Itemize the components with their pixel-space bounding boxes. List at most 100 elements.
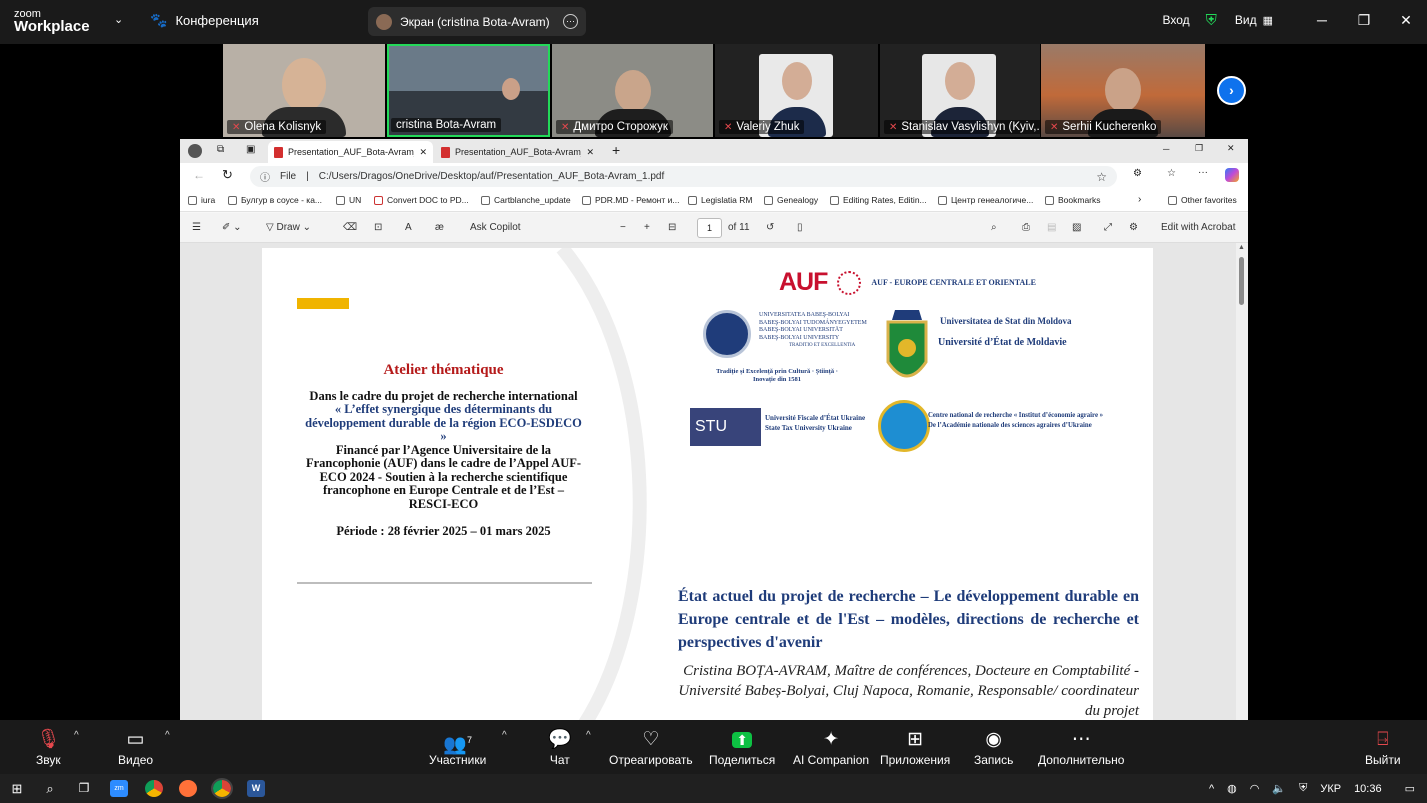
audio-options-caret[interactable]: ^ <box>74 730 79 741</box>
firefox-icon[interactable] <box>179 780 197 797</box>
page-number-input[interactable]: 1 <box>697 218 722 238</box>
participant-tile[interactable]: ✕ Дмитро Сторожук <box>552 44 713 137</box>
fit-page-icon[interactable]: ⊟ <box>668 222 676 233</box>
view-menu[interactable]: Вид <box>1235 13 1257 27</box>
bookmark-item[interactable]: iura <box>188 195 215 205</box>
pdf-scrollbar[interactable]: ▲ <box>1236 243 1248 720</box>
participant-tile[interactable]: ✕ Stanislav Vasylishyn (Kyiv,... <box>880 44 1040 137</box>
read-aloud-icon[interactable]: A <box>405 222 412 233</box>
new-tab-button[interactable]: + <box>612 142 620 158</box>
maximize-button[interactable]: ❐ <box>1343 12 1385 29</box>
browser-tab-2[interactable]: Presentation_AUF_Bota-Avram_2... ✕ <box>435 141 600 163</box>
leave-button[interactable]: ⍈ Выйти <box>1365 727 1401 767</box>
fullscreen-icon[interactable]: ⤢ <box>1104 222 1112 233</box>
search-icon[interactable]: ⌕ <box>991 222 997 233</box>
favorite-star-icon[interactable]: ☆ <box>1096 170 1107 184</box>
zoom-in-icon[interactable]: + <box>644 222 650 233</box>
bookmark-item[interactable]: Genealogy <box>764 195 818 205</box>
next-page-button[interactable]: › <box>1217 76 1246 105</box>
minimize-button[interactable]: ─ <box>1163 144 1169 154</box>
close-tab-icon[interactable]: ✕ <box>586 147 594 158</box>
more-button[interactable]: ⋯ Дополнительно <box>1038 727 1124 767</box>
video-button[interactable]: ▭ Видео <box>118 727 153 767</box>
chrome-icon[interactable] <box>145 780 163 797</box>
record-button[interactable]: ◉ Запись <box>974 727 1013 767</box>
chevron-right-icon[interactable]: › <box>1138 194 1141 205</box>
video-options-caret[interactable]: ^ <box>165 730 170 741</box>
bookmark-item[interactable]: Bookmarks <box>1045 195 1101 205</box>
bookmark-item[interactable]: PDR.MD - Ремонт и... <box>582 195 679 205</box>
copilot-icon[interactable] <box>1225 168 1239 182</box>
extensions-icon[interactable]: ⚙ <box>1133 168 1142 179</box>
chat-options-caret[interactable]: ^ <box>586 730 591 741</box>
ai-companion-button[interactable]: ✦ AI Companion <box>793 727 869 767</box>
shield-check-icon[interactable]: ⛨ <box>1206 12 1217 29</box>
zoom-app-icon[interactable]: zm <box>110 780 128 797</box>
print-icon[interactable]: ⎙ <box>1022 222 1030 233</box>
signin-link[interactable]: Вход <box>1162 13 1189 27</box>
react-button[interactable]: ♡ Отреагировать <box>609 727 693 767</box>
sidebar-icon[interactable]: ▣ <box>246 144 255 155</box>
close-button[interactable]: ✕ <box>1385 12 1427 29</box>
rotate-icon[interactable]: ↺ <box>766 222 774 233</box>
participants-options-caret[interactable]: ^ <box>502 730 507 741</box>
audio-button[interactable]: 🎙 Звук <box>36 727 61 767</box>
bookmark-item[interactable]: Булгур в соусе - ка... <box>228 195 322 205</box>
ask-copilot-button[interactable]: Ask Copilot <box>470 222 521 233</box>
share-button[interactable]: ⬆ Поделиться <box>709 727 775 767</box>
participant-tile-active[interactable]: cristina Bota-Avram <box>387 44 550 137</box>
network-icon[interactable]: ◍ <box>1227 782 1237 795</box>
profile-icon[interactable] <box>188 144 202 158</box>
draw-tool[interactable]: ▽ Draw ⌄ <box>266 222 311 233</box>
back-icon[interactable]: ← <box>193 168 205 182</box>
browser-tab-1[interactable]: Presentation_AUF_Bota-Avram_1... ✕ <box>268 141 433 163</box>
chevron-down-icon[interactable]: ⌄ <box>114 13 123 26</box>
search-icon[interactable]: ⌕ <box>41 780 59 797</box>
edit-with-acrobat-button[interactable]: Edit with Acrobat <box>1161 222 1235 233</box>
bookmark-item[interactable]: UN <box>336 195 361 205</box>
more-icon[interactable]: ··· <box>1198 167 1208 178</box>
language-indicator[interactable]: УКР <box>1320 783 1341 795</box>
participant-tile[interactable]: ✕ Olena Kolisnyk <box>223 44 385 137</box>
close-button[interactable]: ✕ <box>1227 143 1235 154</box>
volume-icon[interactable]: 🔈 <box>1272 782 1286 795</box>
eraser-icon[interactable]: ⌫ <box>343 222 357 233</box>
close-tab-icon[interactable]: ✕ <box>419 147 427 158</box>
other-favorites[interactable]: Other favorites <box>1168 195 1237 205</box>
bookmark-item[interactable]: Convert DOC to PD... <box>374 195 469 205</box>
security-shield-icon[interactable]: ⛨ <box>1299 782 1307 795</box>
clock[interactable]: 10:36 <box>1354 783 1382 795</box>
scroll-thumb[interactable] <box>1239 257 1244 305</box>
screen-share-pill[interactable]: Экран (cristina Bota-Avram) ··· <box>368 7 586 36</box>
notification-icon[interactable]: ▭ <box>1405 782 1415 795</box>
collections-icon[interactable]: ⧉ <box>217 144 224 155</box>
bookmark-item[interactable]: Центр генеалогиче... <box>938 195 1033 205</box>
chrome-icon-active[interactable] <box>211 778 233 799</box>
word-icon[interactable]: W <box>247 780 265 797</box>
contents-icon[interactable]: ☰ <box>192 222 201 233</box>
refresh-icon[interactable]: ↻ <box>222 167 233 183</box>
save-icon[interactable]: ▤ <box>1047 222 1056 233</box>
settings-icon[interactable]: ⚙ <box>1129 222 1138 233</box>
minimize-button[interactable]: ─ <box>1301 12 1343 28</box>
url-field[interactable]: ⓘ File | C:/Users/Dragos/OneDrive/Deskto… <box>250 166 1117 187</box>
chat-button[interactable]: 💬 Чат <box>548 727 572 767</box>
participant-tile[interactable]: ✕ Serhii Kucherenko <box>1041 44 1205 137</box>
bookmark-item[interactable]: Cartblanche_update <box>481 195 571 205</box>
page-view-icon[interactable]: ▯ <box>797 222 803 233</box>
wifi-icon[interactable]: ◠ <box>1250 782 1260 795</box>
bookmark-item[interactable]: Legislatia RM <box>688 195 753 205</box>
grid-icon[interactable]: ▦ <box>1263 14 1273 27</box>
favorites-icon[interactable]: ☆ <box>1167 168 1176 179</box>
windows-start-icon[interactable]: ⊞ <box>8 780 26 797</box>
save-as-icon[interactable]: ▨ <box>1072 222 1081 233</box>
text-icon[interactable]: ⊡ <box>374 222 382 233</box>
apps-button[interactable]: ⊞ Приложения <box>880 727 950 767</box>
conference-menu[interactable]: 🐾 Конференция <box>150 12 259 29</box>
highlight-icon[interactable]: ✐ ⌄ <box>222 222 242 233</box>
more-options-icon[interactable]: ··· <box>563 14 578 29</box>
zoom-out-icon[interactable]: − <box>620 222 626 233</box>
bookmark-item[interactable]: Editing Rates, Editin... <box>830 195 927 205</box>
participant-tile[interactable]: ✕ Valeriy Zhuk <box>715 44 878 137</box>
maximize-button[interactable]: ❐ <box>1195 143 1203 154</box>
